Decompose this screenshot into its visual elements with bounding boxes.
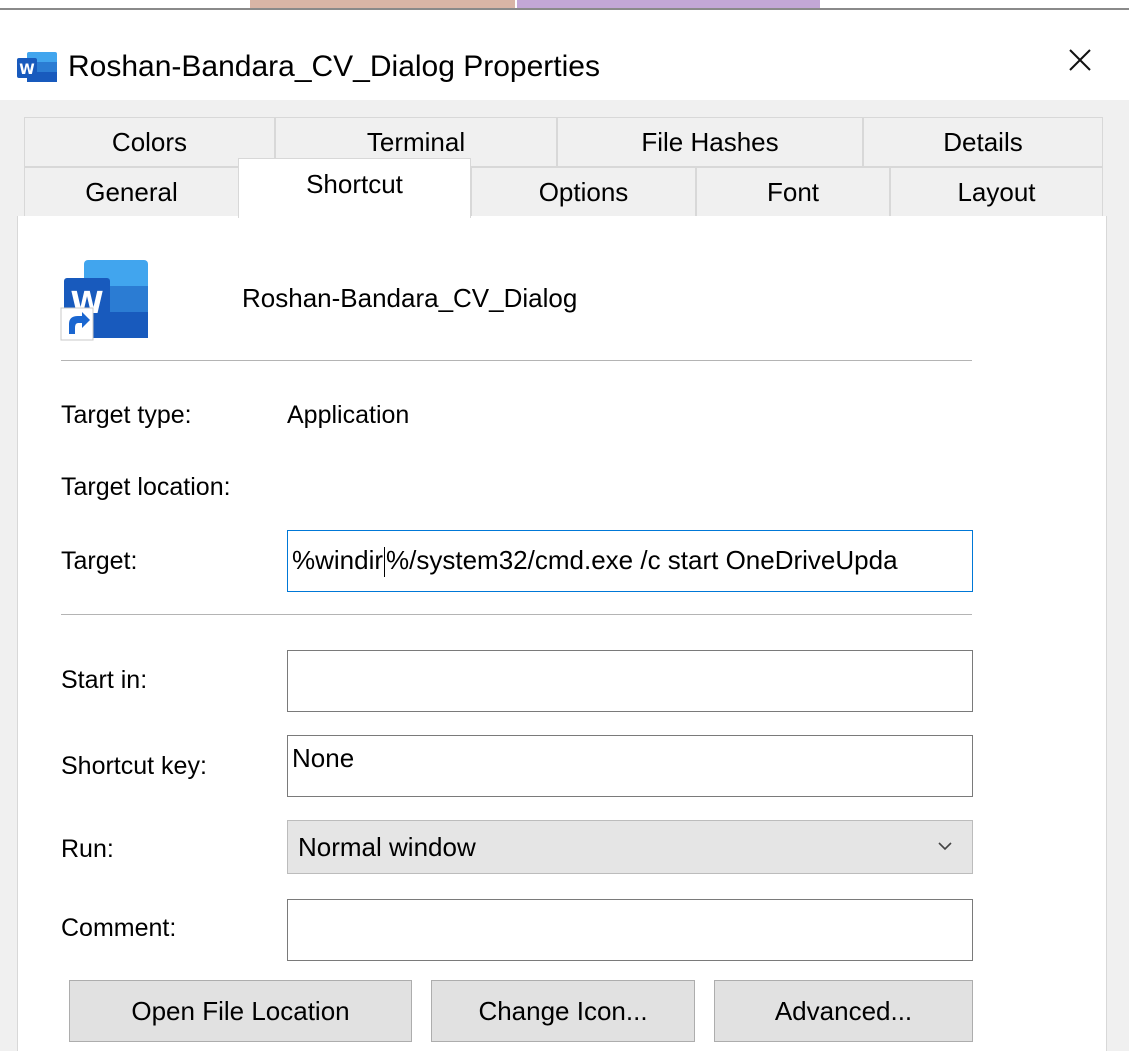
start-in-input[interactable] (287, 650, 973, 712)
close-icon (1069, 49, 1091, 71)
background-window-strip (0, 0, 1129, 10)
word-shortcut-icon: W (60, 260, 148, 341)
target-text-end: %/system32/cmd.exe /c start OneDriveUpda (386, 545, 898, 575)
tab-layout[interactable]: Layout (890, 167, 1103, 217)
advanced-button[interactable]: Advanced... (714, 980, 973, 1042)
comment-label: Comment: (61, 914, 177, 942)
target-input[interactable]: %windir %/system32/cmd.exe /c start OneDr… (287, 530, 973, 592)
change-icon-button[interactable]: Change Icon... (431, 980, 695, 1042)
open-file-location-button[interactable]: Open File Location (69, 980, 412, 1042)
run-label: Run: (61, 835, 114, 863)
tab-options[interactable]: Options (471, 167, 696, 217)
chevron-down-icon (938, 842, 952, 851)
run-select[interactable]: Normal window (287, 820, 973, 874)
tab-file-hashes[interactable]: File Hashes (557, 117, 863, 167)
target-location-label: Target location: (61, 473, 231, 501)
tab-general[interactable]: General (24, 167, 239, 217)
target-type-value: Application (287, 401, 410, 429)
file-name: Roshan-Bandara_CV_Dialog (242, 283, 578, 313)
target-text-start: %windir (292, 545, 384, 575)
shortcut-key-label: Shortcut key: (61, 752, 207, 780)
title-bar[interactable]: W Roshan-Bandara_CV_Dialog Properties (0, 10, 1129, 100)
svg-text:W: W (19, 62, 34, 78)
text-cursor (384, 547, 386, 578)
divider-middle (61, 614, 972, 615)
close-button[interactable] (1050, 32, 1110, 88)
target-type-label: Target type: (61, 401, 192, 429)
word-icon: W (17, 52, 57, 82)
start-in-label: Start in: (61, 666, 148, 694)
target-label: Target: (61, 547, 138, 575)
comment-input[interactable] (287, 899, 973, 961)
tab-shortcut[interactable]: Shortcut (238, 158, 471, 218)
shortcut-key-input[interactable]: None (287, 735, 973, 797)
tab-details[interactable]: Details (863, 117, 1103, 167)
divider-top (61, 360, 972, 361)
run-select-value: Normal window (298, 831, 476, 862)
tab-font[interactable]: Font (696, 167, 890, 217)
window-title: Roshan-Bandara_CV_Dialog Properties (68, 50, 600, 83)
